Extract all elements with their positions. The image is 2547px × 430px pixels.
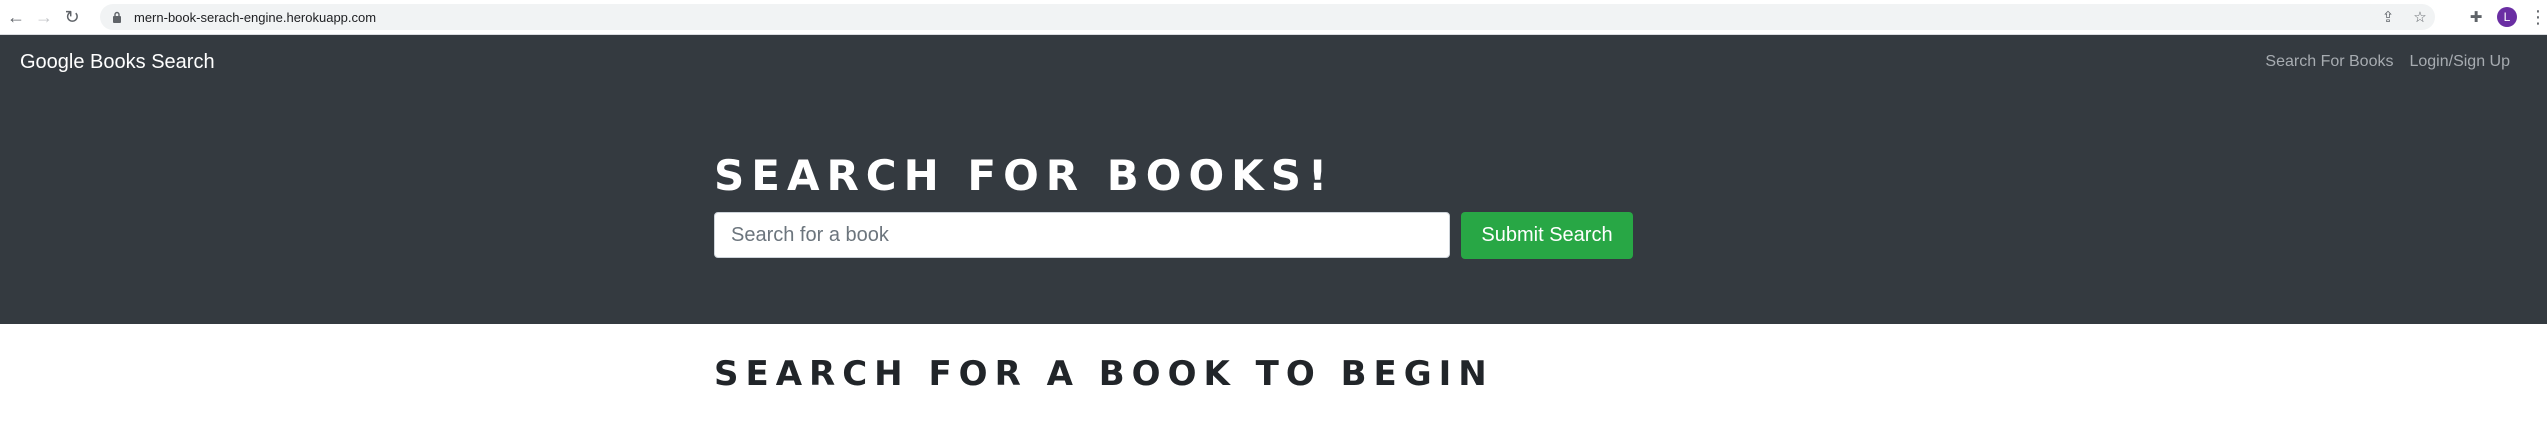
back-arrow-icon[interactable]: ← [4, 5, 28, 29]
nav-links: Search For Books Login/Sign Up [2265, 53, 2510, 71]
results-title: Search for a book to begin [714, 354, 1494, 394]
extensions-puzzle-icon[interactable]: ✚ [2467, 8, 2485, 26]
browser-toolbar: ← → ↻ mern-book-serach-engine.herokuapp.… [0, 0, 2547, 35]
url-text[interactable]: mern-book-serach-engine.herokuapp.com [134, 10, 376, 25]
app-header: Google Books Search Search For Books Log… [0, 35, 2547, 324]
submit-search-button[interactable]: Submit Search [1461, 212, 1633, 259]
lock-icon[interactable] [110, 10, 124, 24]
reload-icon[interactable]: ↻ [60, 5, 84, 29]
nav-link-login-signup[interactable]: Login/Sign Up [2409, 53, 2510, 71]
book-search-input[interactable] [714, 212, 1450, 258]
brand-title[interactable]: Google Books Search [20, 51, 215, 74]
profile-avatar[interactable]: L [2497, 7, 2517, 27]
address-bar[interactable]: mern-book-serach-engine.herokuapp.com ⇪ … [100, 4, 2435, 30]
nav-link-search-books[interactable]: Search For Books [2265, 53, 2393, 71]
forward-arrow-icon[interactable]: → [32, 5, 56, 29]
star-icon[interactable]: ☆ [2411, 8, 2429, 26]
more-menu-icon[interactable]: ⋮ [2529, 7, 2547, 28]
hero-title: Search for Books! [714, 151, 1335, 200]
share-icon[interactable]: ⇪ [2379, 8, 2397, 26]
